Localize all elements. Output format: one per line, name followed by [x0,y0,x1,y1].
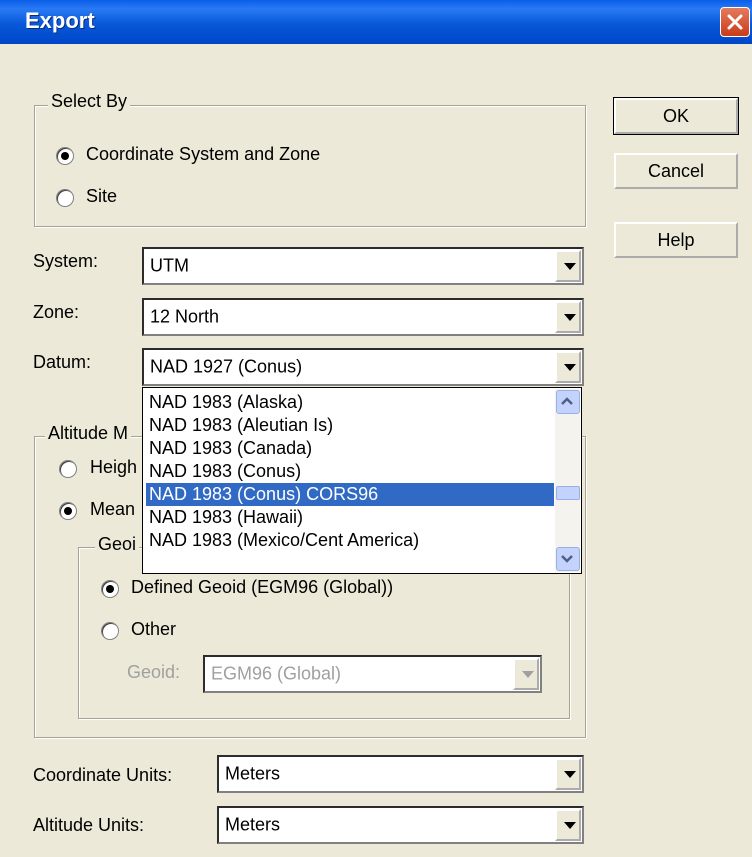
dropdown-option[interactable]: NAD 1983 (Alaska) [146,391,554,414]
altitude-legend: Altitude M [45,423,132,444]
dropdown-scrollbar[interactable] [555,389,580,572]
geoid-dropdown-button[interactable] [513,658,539,690]
ok-button[interactable]: OK [613,97,739,135]
defined-geoid-label[interactable]: Defined Geoid (EGM96 (Global)) [131,577,393,598]
scroll-down-button[interactable] [556,547,580,571]
system-label: System: [33,251,99,271]
scroll-thumb[interactable] [556,486,580,500]
chevron-down-icon [564,314,576,321]
height-radio[interactable] [59,460,77,478]
coordinate-units-combo[interactable]: Meters [217,755,584,793]
mean-sea-level-label[interactable]: Mean [90,499,135,520]
geoid-combo[interactable]: EGM96 (Global) [203,655,542,693]
radio-dot [106,585,114,593]
select-by-group [34,105,586,227]
dropdown-option[interactable]: NAD 1983 (Aleutian Is) [146,414,554,437]
coordinate-system-radio[interactable] [56,147,74,165]
export-dialog: Export OK Cancel Help Select By Coordina… [0,0,752,857]
datum-value: NAD 1927 (Conus) [150,356,303,377]
site-label[interactable]: Site [86,186,117,207]
system-value: UTM [150,255,189,276]
system-combo[interactable]: UTM [142,247,584,285]
mean-sea-level-radio[interactable] [59,502,77,520]
chevron-down-icon [522,671,534,678]
datum-dropdown-button[interactable] [555,351,581,383]
close-button[interactable] [720,7,750,37]
altitude-units-combo[interactable]: Meters [217,806,584,844]
chevron-down-icon [561,555,573,563]
dropdown-option[interactable]: NAD 1983 (Hawaii) [146,506,554,529]
zone-value: 12 North [150,306,220,327]
chevron-down-icon [564,822,576,829]
close-icon [727,14,743,30]
title-bar[interactable]: Export [0,0,752,44]
window-title: Export [25,8,95,33]
altitude-units-value: Meters [225,814,281,835]
chevron-down-icon [564,263,576,270]
radio-dot [61,152,69,160]
height-label[interactable]: Heigh [90,457,137,478]
defined-geoid-radio[interactable] [101,580,119,598]
geoid-label: Geoid: [127,662,181,682]
zone-combo[interactable]: 12 North [142,298,584,336]
dropdown-option[interactable]: NAD 1983 (Canada) [146,437,554,460]
zone-dropdown-button[interactable] [555,301,581,333]
geoid-value: EGM96 (Global) [211,663,342,684]
radio-dot [64,507,72,515]
select-by-legend: Select By [48,91,131,112]
chevron-down-icon [564,771,576,778]
cancel-button[interactable]: Cancel [614,153,738,189]
coordinate-system-label[interactable]: Coordinate System and Zone [86,144,320,165]
coordinate-units-value: Meters [225,763,281,784]
datum-label: Datum: [33,352,92,372]
site-radio[interactable] [56,189,74,207]
altitude-units-label: Altitude Units: [33,815,145,835]
datum-dropdown-list[interactable]: NAD 1983 (Alaska) NAD 1983 (Aleutian Is)… [142,387,582,574]
help-button[interactable]: Help [614,222,738,258]
other-geoid-label[interactable]: Other [131,619,176,640]
coordinate-units-dropdown-button[interactable] [555,758,581,790]
altitude-units-dropdown-button[interactable] [555,809,581,841]
dropdown-option[interactable]: NAD 1983 (Mexico/Cent America) [146,529,554,552]
scroll-up-button[interactable] [556,390,580,414]
other-geoid-radio[interactable] [101,622,119,640]
system-dropdown-button[interactable] [555,250,581,282]
dropdown-option[interactable]: NAD 1983 (Conus) [146,460,554,483]
zone-label: Zone: [33,302,80,322]
dropdown-option-selected[interactable]: NAD 1983 (Conus) CORS96 [146,483,554,506]
coordinate-units-label: Coordinate Units: [33,765,173,785]
chevron-down-icon [564,364,576,371]
geoid-legend: Geoi [95,534,140,555]
chevron-up-icon [561,397,573,405]
datum-combo[interactable]: NAD 1927 (Conus) [142,348,584,386]
